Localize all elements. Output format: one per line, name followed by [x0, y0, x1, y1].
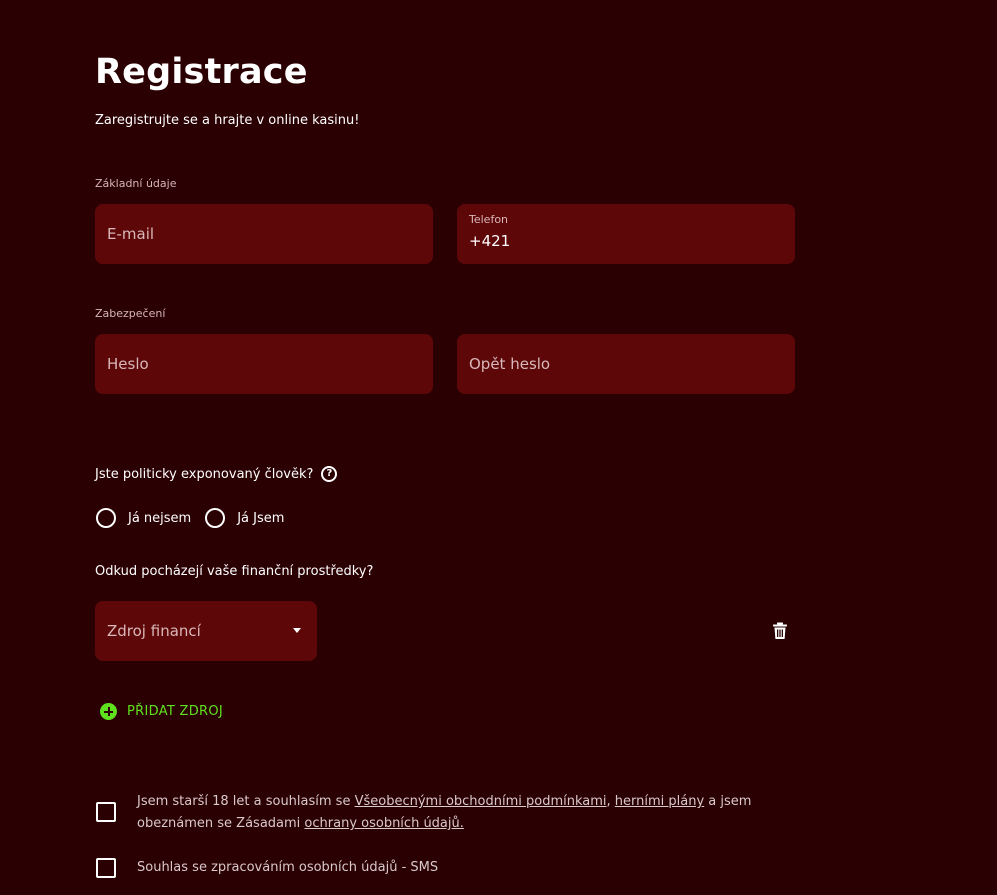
trash-icon[interactable] [772, 622, 788, 640]
radio-circle-icon[interactable] [96, 508, 116, 528]
page-title: Registrace [95, 52, 308, 92]
password-repeat-placeholder: Opět heslo [469, 355, 551, 373]
add-source-label: PŘIDAT ZDROJ [127, 704, 224, 719]
terms-checkbox[interactable] [96, 802, 116, 822]
add-source-button[interactable]: PŘIDAT ZDROJ [100, 703, 223, 720]
terms-link[interactable]: Všeobecnými obchodními podmínkami [355, 794, 607, 809]
funds-question: Odkud pocházejí vaše finanční prostředky… [95, 564, 373, 579]
caret-down-icon [293, 628, 301, 633]
phone-field[interactable]: Telefon +421 [457, 204, 795, 264]
funds-question-text: Odkud pocházejí vaše finanční prostředky… [95, 564, 374, 579]
email-placeholder: E-mail [107, 225, 155, 243]
sms-consent-text: Souhlas se zpracováním osobních údajů - … [137, 860, 439, 875]
phone-label: Telefon [469, 213, 509, 226]
password-placeholder: Heslo [107, 355, 149, 373]
basic-info-section-label: Základní údaje [95, 177, 177, 190]
game-plans-link[interactable]: herními plány [615, 794, 704, 809]
sms-consent: Souhlas se zpracováním osobních údajů - … [96, 857, 787, 879]
pep-question-text: Jste politicky exponovaný člověk? [95, 466, 314, 482]
terms-consent-text: Jsem starší 18 let a souhlasím se Všeobe… [137, 791, 787, 835]
privacy-policy-link[interactable]: ochrany osobních údajů. [304, 816, 463, 831]
radio-circle-icon[interactable] [205, 508, 226, 528]
page-subtitle: Zaregistrujte se a hrajte v online kasin… [95, 113, 360, 128]
password-field[interactable]: Heslo [95, 334, 433, 394]
terms-consent: Jsem starší 18 let a souhlasím se Všeobe… [96, 791, 787, 835]
password-repeat-field[interactable]: Opět heslo [457, 334, 795, 394]
terms-text-part-2: , [606, 794, 615, 809]
pep-option-no[interactable]: Já nejsem [96, 508, 191, 528]
pep-option-no-label: Já nejsem [128, 510, 192, 526]
email-field[interactable]: E-mail [95, 204, 433, 264]
plus-circle-icon [100, 703, 117, 720]
pep-radio-group: Já nejsem Já Jsem [96, 508, 298, 528]
pep-option-yes-label: Já Jsem [237, 510, 285, 526]
pep-question: Jste politicky exponovaný člověk? ? [95, 466, 338, 482]
security-section-label: Zabezpečení [95, 307, 166, 320]
phone-value: +421 [469, 232, 511, 250]
help-icon[interactable]: ? [321, 466, 338, 482]
funds-source-select-label: Zdroj financí [107, 622, 201, 640]
funds-source-select[interactable]: Zdroj financí [95, 601, 317, 661]
pep-option-yes[interactable]: Já Jsem [205, 508, 284, 528]
sms-checkbox[interactable] [96, 858, 116, 878]
registration-page: Registrace Zaregistrujte se a hrajte v o… [0, 0, 997, 895]
terms-text-part-1: Jsem starší 18 let a souhlasím se [137, 794, 355, 809]
